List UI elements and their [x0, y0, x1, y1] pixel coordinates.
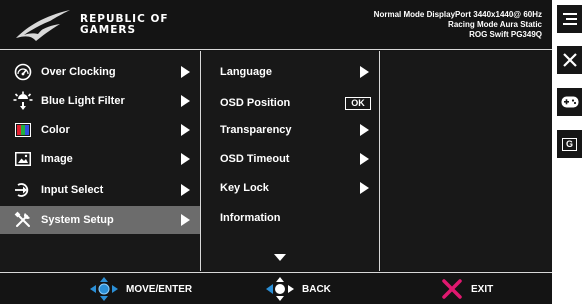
arrow-right-icon	[360, 66, 369, 78]
submenu-item-osd-position[interactable]: OSD Position OK	[202, 89, 379, 117]
submenu-item-information[interactable]: Information	[202, 204, 379, 232]
menu-item-label: Blue Light Filter	[41, 95, 125, 107]
status-line-1: Normal Mode DisplayPort 3440x1440@ 60Hz	[373, 10, 542, 19]
tools-icon	[13, 210, 33, 230]
gameplus-icon: G	[562, 137, 577, 151]
arrow-right-icon	[181, 95, 190, 107]
arrow-right-icon	[181, 214, 190, 226]
menu-button[interactable]	[557, 5, 582, 33]
osd-header: REPUBLIC OF GAMERS Normal Mode DisplayPo…	[0, 0, 552, 50]
input-icon	[13, 180, 33, 200]
arrow-right-icon	[360, 153, 369, 165]
hint-move-enter: MOVE/ENTER	[90, 273, 192, 304]
joystick-back-icon	[266, 277, 294, 301]
move-enter-label: MOVE/ENTER	[126, 283, 193, 295]
back-label: BACK	[302, 283, 331, 295]
submenu-item-key-lock[interactable]: Key Lock	[202, 174, 379, 202]
menu-item-image[interactable]: Image	[0, 145, 200, 173]
joystick-move-icon	[90, 277, 118, 301]
status-info: Normal Mode DisplayPort 3440x1440@ 60Hz …	[374, 10, 542, 40]
sun-icon	[13, 91, 33, 111]
detail-panel	[381, 51, 552, 271]
menu-item-system-setup[interactable]: System Setup	[0, 206, 200, 234]
hint-back: BACK	[266, 273, 331, 304]
close-icon	[562, 53, 577, 67]
status-line-3: ROG Swift PG349Q	[469, 30, 542, 39]
osd-menu: REPUBLIC OF GAMERS Normal Mode DisplayPo…	[0, 0, 552, 304]
menu-item-label: Over Clocking	[41, 66, 116, 78]
menu-icon	[562, 13, 577, 25]
arrow-right-icon	[181, 124, 190, 136]
exit-label: EXIT	[471, 283, 494, 295]
arrow-right-icon	[181, 153, 190, 165]
ok-indicator: OK	[345, 96, 371, 110]
submenu-item-label: Transparency	[220, 124, 292, 136]
menu-item-label: System Setup	[41, 214, 114, 226]
menu-item-label: Image	[41, 153, 73, 165]
arrow-right-icon	[360, 124, 369, 136]
submenu-item-language[interactable]: Language	[202, 58, 379, 86]
menu-item-over-clocking[interactable]: Over Clocking	[0, 58, 200, 86]
gamepad-icon	[561, 96, 578, 108]
menu-item-blue-light-filter[interactable]: Blue Light Filter	[0, 87, 200, 115]
submenu-item-label: Information	[220, 212, 281, 224]
menu-item-input-select[interactable]: Input Select	[0, 176, 200, 204]
brand-name: REPUBLIC OF GAMERS	[80, 14, 169, 36]
menu-item-label: Input Select	[41, 184, 104, 196]
submenu: Language OSD Position OK Transparency OS…	[202, 51, 380, 271]
submenu-item-label: OSD Timeout	[220, 153, 290, 165]
speedometer-icon	[13, 62, 33, 82]
exit-x-icon	[442, 279, 462, 299]
brand-line-2: GAMERS	[80, 24, 137, 36]
submenu-item-label: Language	[220, 66, 272, 78]
rog-logo-icon	[16, 10, 70, 41]
gameplus-button[interactable]: G	[557, 130, 582, 158]
arrow-right-icon	[360, 182, 369, 194]
menu-item-color[interactable]: Color	[0, 116, 200, 144]
submenu-item-label: OSD Position	[220, 97, 291, 109]
hint-exit: EXIT	[441, 273, 493, 304]
status-line-2: Racing Mode Aura Static	[448, 20, 542, 29]
submenu-item-osd-timeout[interactable]: OSD Timeout	[202, 145, 379, 173]
arrow-right-icon	[181, 66, 190, 78]
menu-item-label: Color	[41, 124, 70, 136]
image-icon	[13, 149, 33, 169]
osd-footer: MOVE/ENTER BACK EXIT	[0, 272, 552, 304]
gameplus-label: G	[565, 138, 573, 149]
submenu-item-transparency[interactable]: Transparency	[202, 116, 379, 144]
gamevisual-button[interactable]	[557, 88, 582, 116]
submenu-item-label: Key Lock	[220, 182, 269, 194]
scroll-down-icon[interactable]	[274, 254, 286, 261]
close-button[interactable]	[557, 46, 582, 74]
arrow-right-icon	[181, 184, 190, 196]
main-menu: Over Clocking Blue Light Filter Color Im…	[0, 51, 201, 271]
color-palette-icon	[13, 120, 33, 140]
